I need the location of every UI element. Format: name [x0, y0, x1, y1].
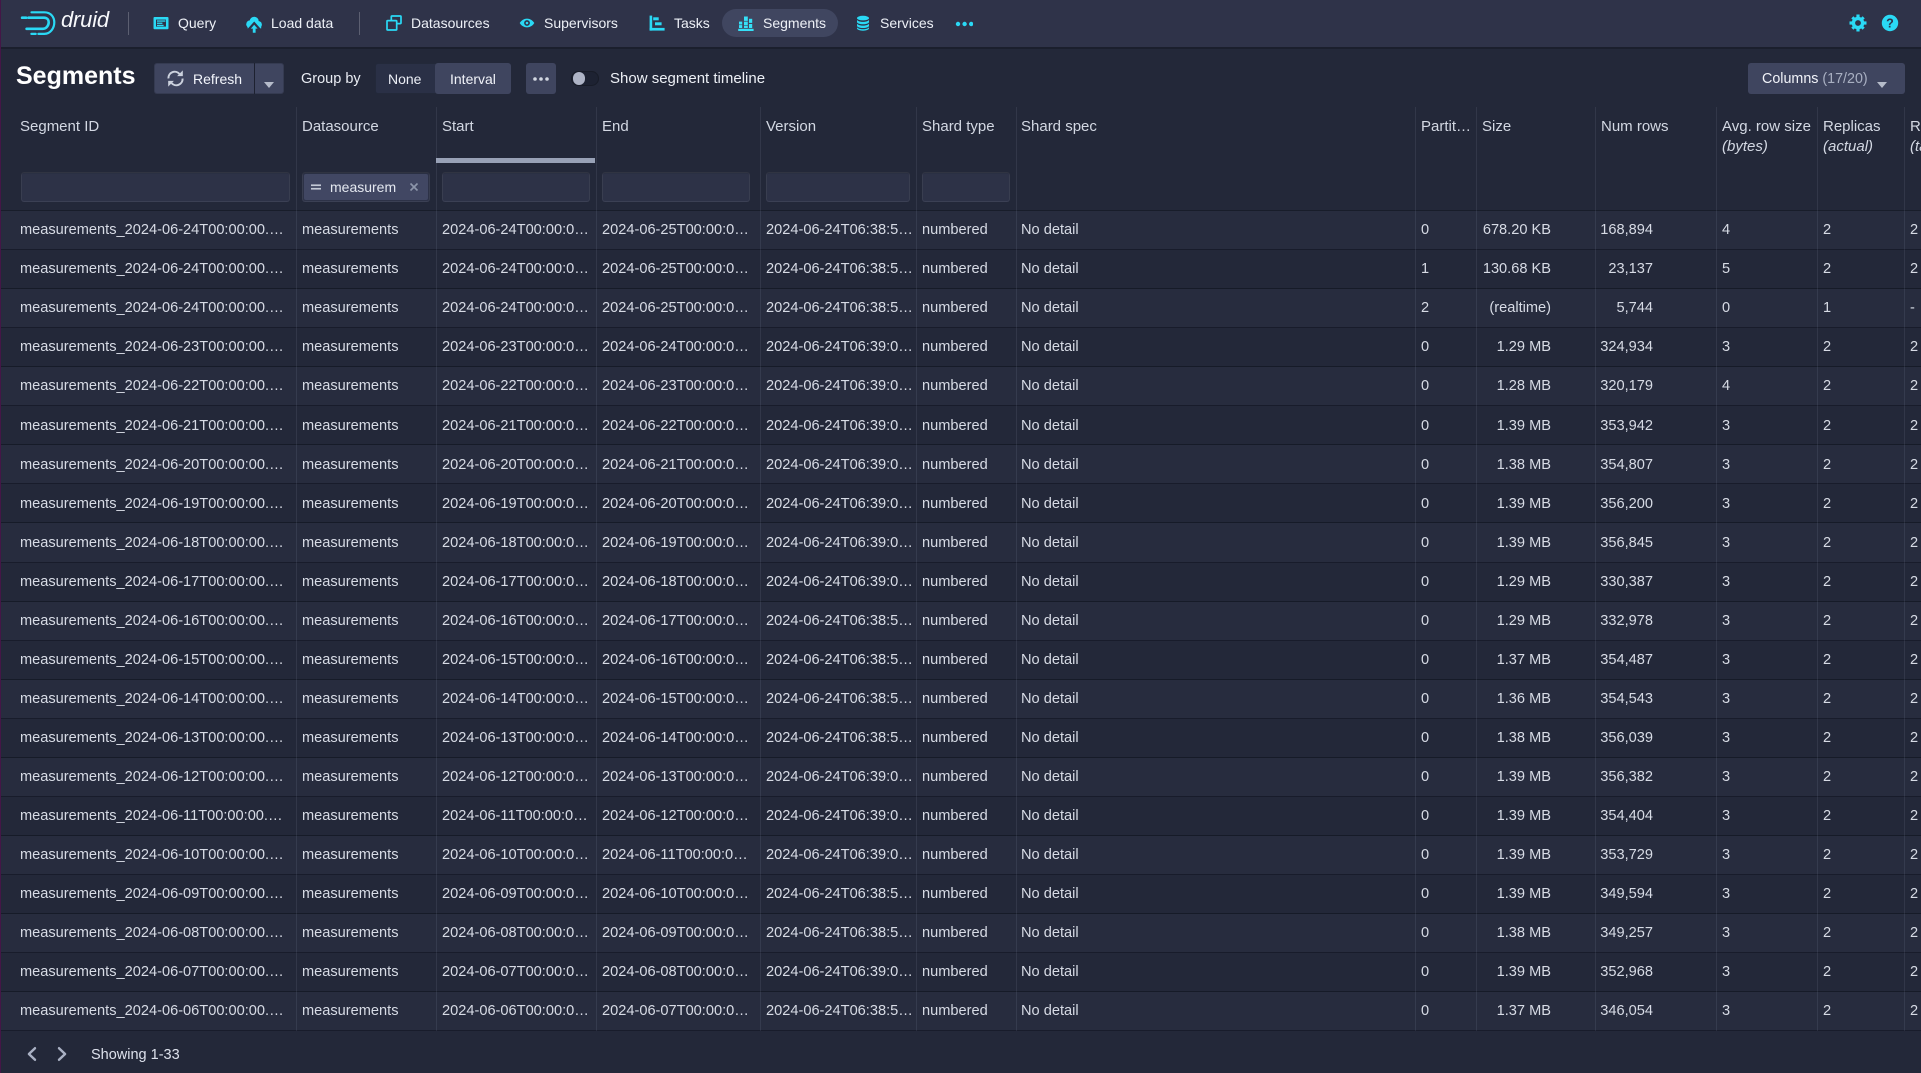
svg-text:?: ?	[1886, 16, 1894, 30]
